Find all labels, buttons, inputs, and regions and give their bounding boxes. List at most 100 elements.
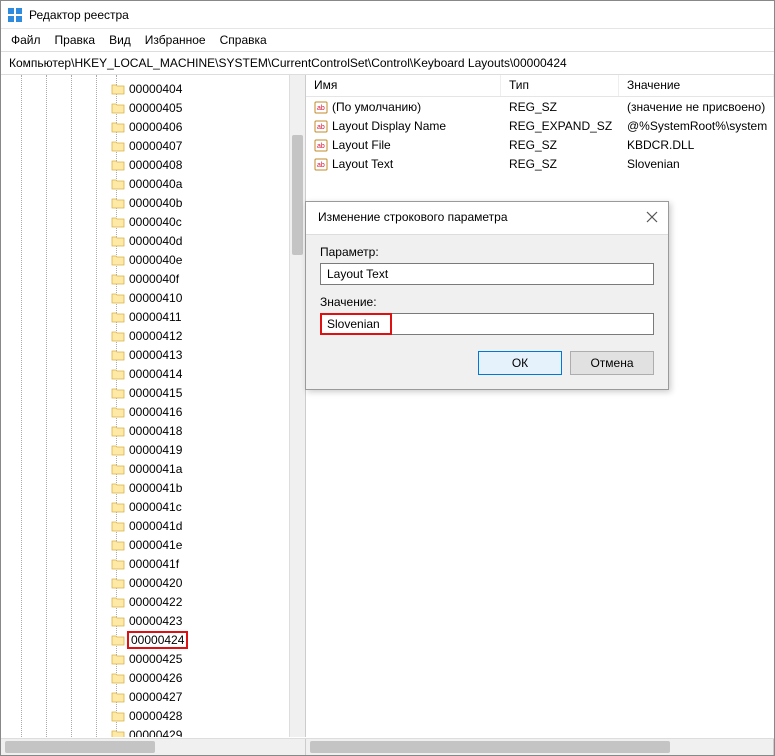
tree-item-label: 00000429: [129, 728, 182, 738]
folder-icon: [111, 178, 125, 190]
tree-item[interactable]: 0000040b: [1, 193, 289, 212]
tree-item[interactable]: 0000040f: [1, 269, 289, 288]
scrollbar-thumb[interactable]: [292, 135, 303, 255]
tree-item[interactable]: 00000426: [1, 668, 289, 687]
folder-icon: [111, 311, 125, 323]
tree-item[interactable]: 00000414: [1, 364, 289, 383]
folder-icon: [111, 501, 125, 513]
tree-item[interactable]: 00000418: [1, 421, 289, 440]
folder-icon: [111, 83, 125, 95]
tree-item[interactable]: 00000404: [1, 79, 289, 98]
tree-item-label: 00000418: [129, 424, 182, 438]
tree-item[interactable]: 0000041a: [1, 459, 289, 478]
tree-item[interactable]: 0000041b: [1, 478, 289, 497]
tree-item[interactable]: 00000429: [1, 725, 289, 737]
menu-help[interactable]: Справка: [220, 33, 267, 47]
address-bar[interactable]: Компьютер\HKEY_LOCAL_MACHINE\SYSTEM\Curr…: [1, 51, 774, 75]
folder-icon: [111, 539, 125, 551]
folder-icon: [111, 482, 125, 494]
tree-item-label: 00000427: [129, 690, 182, 704]
string-value-icon: ab: [314, 138, 328, 152]
tree-item-label: 00000426: [129, 671, 182, 685]
tree-item[interactable]: 00000408: [1, 155, 289, 174]
dialog-close-button[interactable]: [646, 211, 658, 223]
value-name: (По умолчанию): [332, 100, 421, 114]
list-rows: ab(По умолчанию)REG_SZ(значение не присв…: [306, 97, 774, 173]
column-header-value[interactable]: Значение: [619, 75, 774, 96]
column-header-type[interactable]: Тип: [501, 75, 619, 96]
value-field[interactable]: [320, 313, 654, 335]
tree-item-label: 0000040c: [129, 215, 182, 229]
cancel-button[interactable]: Отмена: [570, 351, 654, 375]
svg-text:ab: ab: [317, 105, 325, 112]
folder-icon: [111, 672, 125, 684]
tree-item[interactable]: 00000415: [1, 383, 289, 402]
tree-item-label: 00000424: [129, 633, 186, 647]
tree-item[interactable]: 00000407: [1, 136, 289, 155]
menu-favorites[interactable]: Избранное: [145, 33, 206, 47]
tree-item-label: 00000422: [129, 595, 182, 609]
param-field: [320, 263, 654, 285]
list-row[interactable]: abLayout Display NameREG_EXPAND_SZ@%Syst…: [306, 116, 774, 135]
tree-item[interactable]: 00000412: [1, 326, 289, 345]
list-row[interactable]: abLayout FileREG_SZKBDCR.DLL: [306, 135, 774, 154]
tree-item[interactable]: 0000041e: [1, 535, 289, 554]
svg-text:ab: ab: [317, 143, 325, 150]
tree-item[interactable]: 00000410: [1, 288, 289, 307]
svg-text:ab: ab: [317, 162, 325, 169]
tree-item[interactable]: 00000416: [1, 402, 289, 421]
folder-icon: [111, 330, 125, 342]
tree-item[interactable]: 00000428: [1, 706, 289, 725]
folder-icon: [111, 159, 125, 171]
tree-item-label: 00000407: [129, 139, 182, 153]
list-row[interactable]: ab(По умолчанию)REG_SZ(значение не присв…: [306, 97, 774, 116]
tree-item[interactable]: 0000040a: [1, 174, 289, 193]
tree-item-label: 0000040f: [129, 272, 179, 286]
tree-item[interactable]: 0000041f: [1, 554, 289, 573]
tree-item[interactable]: 00000427: [1, 687, 289, 706]
folder-icon: [111, 558, 125, 570]
list-row[interactable]: abLayout TextREG_SZSlovenian: [306, 154, 774, 173]
tree-horizontal-scrollbar[interactable]: [1, 739, 306, 755]
column-header-name[interactable]: Имя: [306, 75, 501, 96]
tree-vertical-scrollbar[interactable]: [289, 75, 305, 737]
param-label: Параметр:: [320, 245, 654, 259]
window-title: Редактор реестра: [29, 8, 129, 22]
tree-item[interactable]: 0000041d: [1, 516, 289, 535]
tree[interactable]: 000004040000040500000406 00000407 00000408…: [1, 75, 289, 737]
tree-item[interactable]: 0000040c: [1, 212, 289, 231]
menu-file[interactable]: Файл: [11, 33, 41, 47]
tree-item[interactable]: 00000423: [1, 611, 289, 630]
tree-item-label: 0000040a: [129, 177, 182, 191]
tree-item[interactable]: 00000422: [1, 592, 289, 611]
value-name: Layout File: [332, 138, 391, 152]
menu-edit[interactable]: Правка: [55, 33, 96, 47]
tree-item[interactable]: 00000425: [1, 649, 289, 668]
tree-item[interactable]: 00000405: [1, 98, 289, 117]
scrollbar-thumb[interactable]: [5, 741, 155, 753]
dialog-title-text: Изменение строкового параметра: [318, 210, 508, 224]
value-data: Slovenian: [619, 157, 774, 171]
tree-item-label: 0000041a: [129, 462, 182, 476]
tree-item[interactable]: 00000419: [1, 440, 289, 459]
tree-item[interactable]: 00000411: [1, 307, 289, 326]
tree-item[interactable]: 0000041c: [1, 497, 289, 516]
tree-item-label: 00000410: [129, 291, 182, 305]
tree-item[interactable]: 00000406: [1, 117, 289, 136]
tree-item[interactable]: 00000413: [1, 345, 289, 364]
folder-icon: [111, 710, 125, 722]
folder-icon: [111, 596, 125, 608]
scrollbar-thumb[interactable]: [310, 741, 670, 753]
ok-button[interactable]: ОК: [478, 351, 562, 375]
tree-item[interactable]: 00000424: [1, 630, 289, 649]
value-type: REG_SZ: [501, 138, 619, 152]
tree-item[interactable]: 0000040d: [1, 231, 289, 250]
address-text: Компьютер\HKEY_LOCAL_MACHINE\SYSTEM\Curr…: [9, 56, 567, 70]
folder-icon: [111, 634, 125, 646]
folder-icon: [111, 197, 125, 209]
menu-view[interactable]: Вид: [109, 33, 131, 47]
tree-item[interactable]: 0000040e: [1, 250, 289, 269]
list-horizontal-scrollbar[interactable]: [306, 739, 774, 755]
regedit-icon: [7, 7, 23, 23]
tree-item[interactable]: 00000420: [1, 573, 289, 592]
